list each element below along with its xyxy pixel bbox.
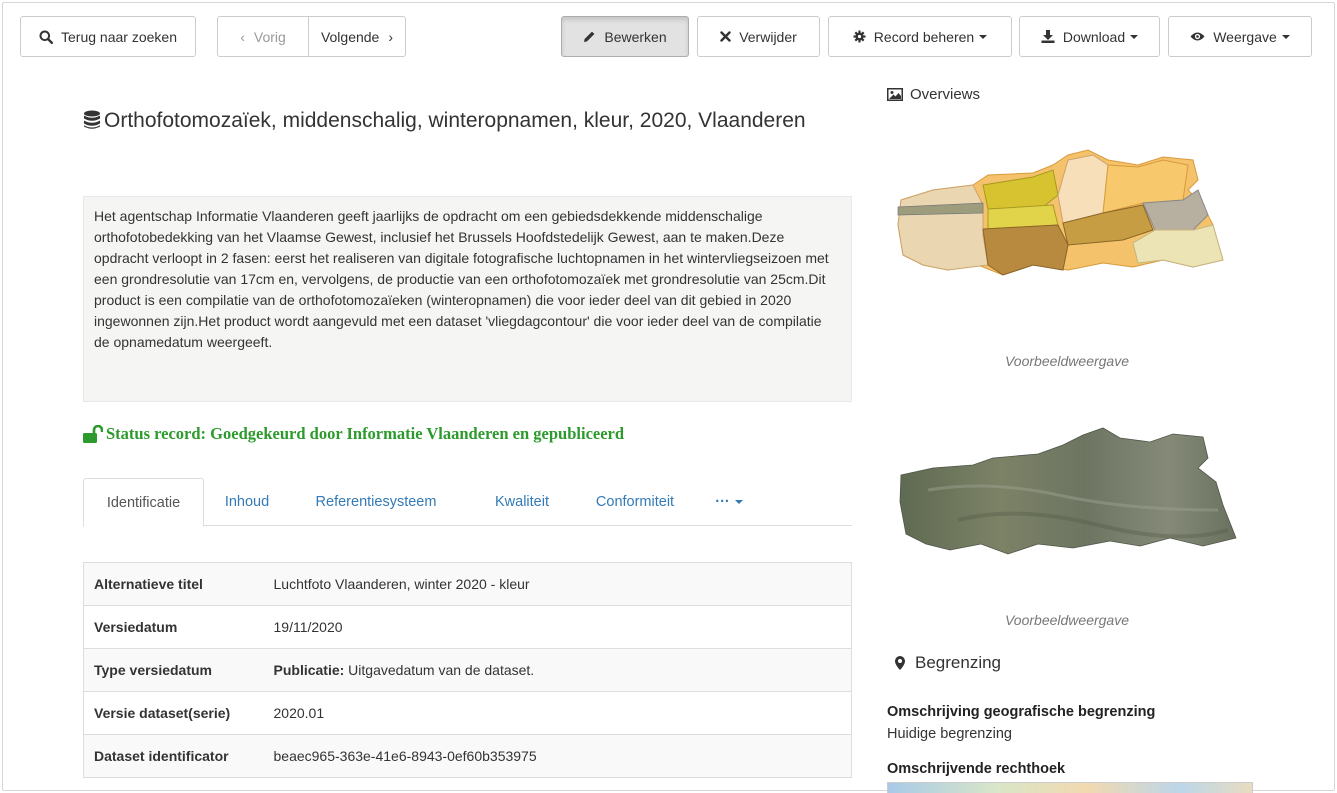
overview-caption-1: Voorbeeldweergave bbox=[1004, 353, 1129, 369]
view-dropdown[interactable]: Weergave bbox=[1168, 16, 1312, 57]
edit-button[interactable]: Bewerken bbox=[561, 16, 689, 57]
tab-identificatie[interactable]: Identificatie bbox=[83, 478, 204, 527]
record-tabs: Identificatie Inhoud Referentiesysteem K… bbox=[83, 478, 852, 527]
record-abstract: Het agentschap Informatie Vlaanderen gee… bbox=[83, 196, 852, 402]
extent-heading: Begrenzing bbox=[895, 653, 1001, 673]
previous-label: Vorig bbox=[253, 28, 286, 45]
record-title: Orthofotomozaïek, middenschalig, wintero… bbox=[83, 107, 843, 138]
bbox-label: Omschrijvende rechthoek bbox=[887, 761, 1066, 777]
row-key: Versiedatum bbox=[83, 605, 264, 649]
tab-inhoud[interactable]: Inhoud bbox=[212, 478, 282, 526]
search-icon bbox=[39, 30, 54, 44]
manage-record-label: Record beheren bbox=[873, 28, 975, 45]
overview-map-flight-days bbox=[897, 149, 1224, 276]
map-marker-icon bbox=[895, 656, 905, 670]
table-row: Dataset identificator beaec965-363e-41e6… bbox=[83, 734, 852, 778]
overview-map-orthophoto bbox=[899, 427, 1237, 555]
geo-description-label: Omschrijving geografische begrenzing bbox=[887, 704, 1156, 720]
table-row: Alternatieve titel Luchtfoto Vlaanderen,… bbox=[83, 562, 852, 606]
image-icon bbox=[887, 88, 903, 101]
chevron-right-icon: › bbox=[388, 28, 394, 45]
row-value: Luchtfoto Vlaanderen, winter 2020 - kleu… bbox=[263, 562, 852, 606]
row-key: Dataset identificator bbox=[83, 734, 264, 778]
caret-down-icon bbox=[734, 500, 743, 504]
download-dropdown[interactable]: Download bbox=[1019, 16, 1160, 57]
record-pager: ‹ Vorig Volgende › bbox=[217, 16, 406, 57]
overviews-heading: Overviews bbox=[887, 86, 980, 103]
next-button[interactable]: Volgende › bbox=[309, 17, 405, 56]
record-status: Status record: Goedgekeurd door Informat… bbox=[83, 420, 624, 448]
row-key: Type versiedatum bbox=[83, 648, 264, 692]
eye-icon bbox=[1190, 31, 1205, 42]
overview-caption-2: Voorbeeldweergave bbox=[1004, 612, 1129, 628]
tab-more-label: ··· bbox=[715, 494, 730, 510]
close-icon bbox=[720, 31, 731, 42]
previous-button[interactable]: ‹ Vorig bbox=[218, 17, 309, 56]
download-icon bbox=[1041, 30, 1055, 43]
table-row: Versiedatum 19/11/2020 bbox=[83, 605, 852, 649]
table-row: Versie dataset(serie) 2020.01 bbox=[83, 691, 852, 735]
row-value-text: Uitgavedatum van de dataset. bbox=[344, 662, 535, 678]
delete-button[interactable]: Verwijder bbox=[697, 16, 820, 57]
delete-label: Verwijder bbox=[739, 28, 797, 45]
view-label: Weergave bbox=[1213, 28, 1277, 45]
edit-label: Bewerken bbox=[604, 28, 667, 45]
back-to-search-button[interactable]: Terug naar zoeken bbox=[20, 16, 196, 57]
record-title-text: Orthofotomozaïek, middenschalig, wintero… bbox=[104, 109, 806, 132]
download-label: Download bbox=[1062, 28, 1126, 45]
row-value: 2020.01 bbox=[263, 691, 852, 735]
caret-down-icon bbox=[979, 34, 988, 39]
bbox-map[interactable] bbox=[887, 782, 1253, 793]
row-value: 19/11/2020 bbox=[263, 605, 852, 649]
caret-down-icon bbox=[1130, 34, 1139, 39]
pencil-icon bbox=[583, 30, 596, 43]
next-label: Volgende bbox=[320, 28, 380, 45]
back-to-search-label: Terug naar zoeken bbox=[61, 28, 177, 45]
extent-title: Begrenzing bbox=[915, 653, 1002, 672]
table-row: Type versiedatum Publicatie: Uitgavedatu… bbox=[83, 648, 852, 692]
chevron-left-icon: ‹ bbox=[240, 28, 245, 45]
tab-referentiesysteem[interactable]: Referentiesysteem bbox=[301, 478, 451, 526]
geo-description-value: Huidige begrenzing bbox=[887, 726, 1012, 742]
database-icon bbox=[83, 110, 101, 138]
unlock-icon bbox=[83, 425, 103, 443]
row-value-bold: Publicatie: bbox=[273, 662, 345, 678]
identification-table: Alternatieve titel Luchtfoto Vlaanderen,… bbox=[83, 562, 852, 778]
tab-kwaliteit[interactable]: Kwaliteit bbox=[472, 478, 572, 526]
overviews-title: Overviews bbox=[910, 86, 981, 103]
record-status-text: Status record: Goedgekeurd door Informat… bbox=[106, 424, 625, 443]
tab-more-dropdown[interactable]: ··· bbox=[701, 478, 757, 526]
row-key: Alternatieve titel bbox=[83, 562, 264, 606]
tab-conformiteit[interactable]: Conformiteit bbox=[579, 478, 691, 526]
row-key: Versie dataset(serie) bbox=[83, 691, 264, 735]
caret-down-icon bbox=[1281, 34, 1290, 39]
gear-icon bbox=[853, 30, 866, 43]
row-value: Publicatie: Uitgavedatum van de dataset. bbox=[263, 648, 852, 692]
manage-record-dropdown[interactable]: Record beheren bbox=[828, 16, 1012, 57]
row-value: beaec965-363e-41e6-8943-0ef60b353975 bbox=[263, 734, 852, 778]
